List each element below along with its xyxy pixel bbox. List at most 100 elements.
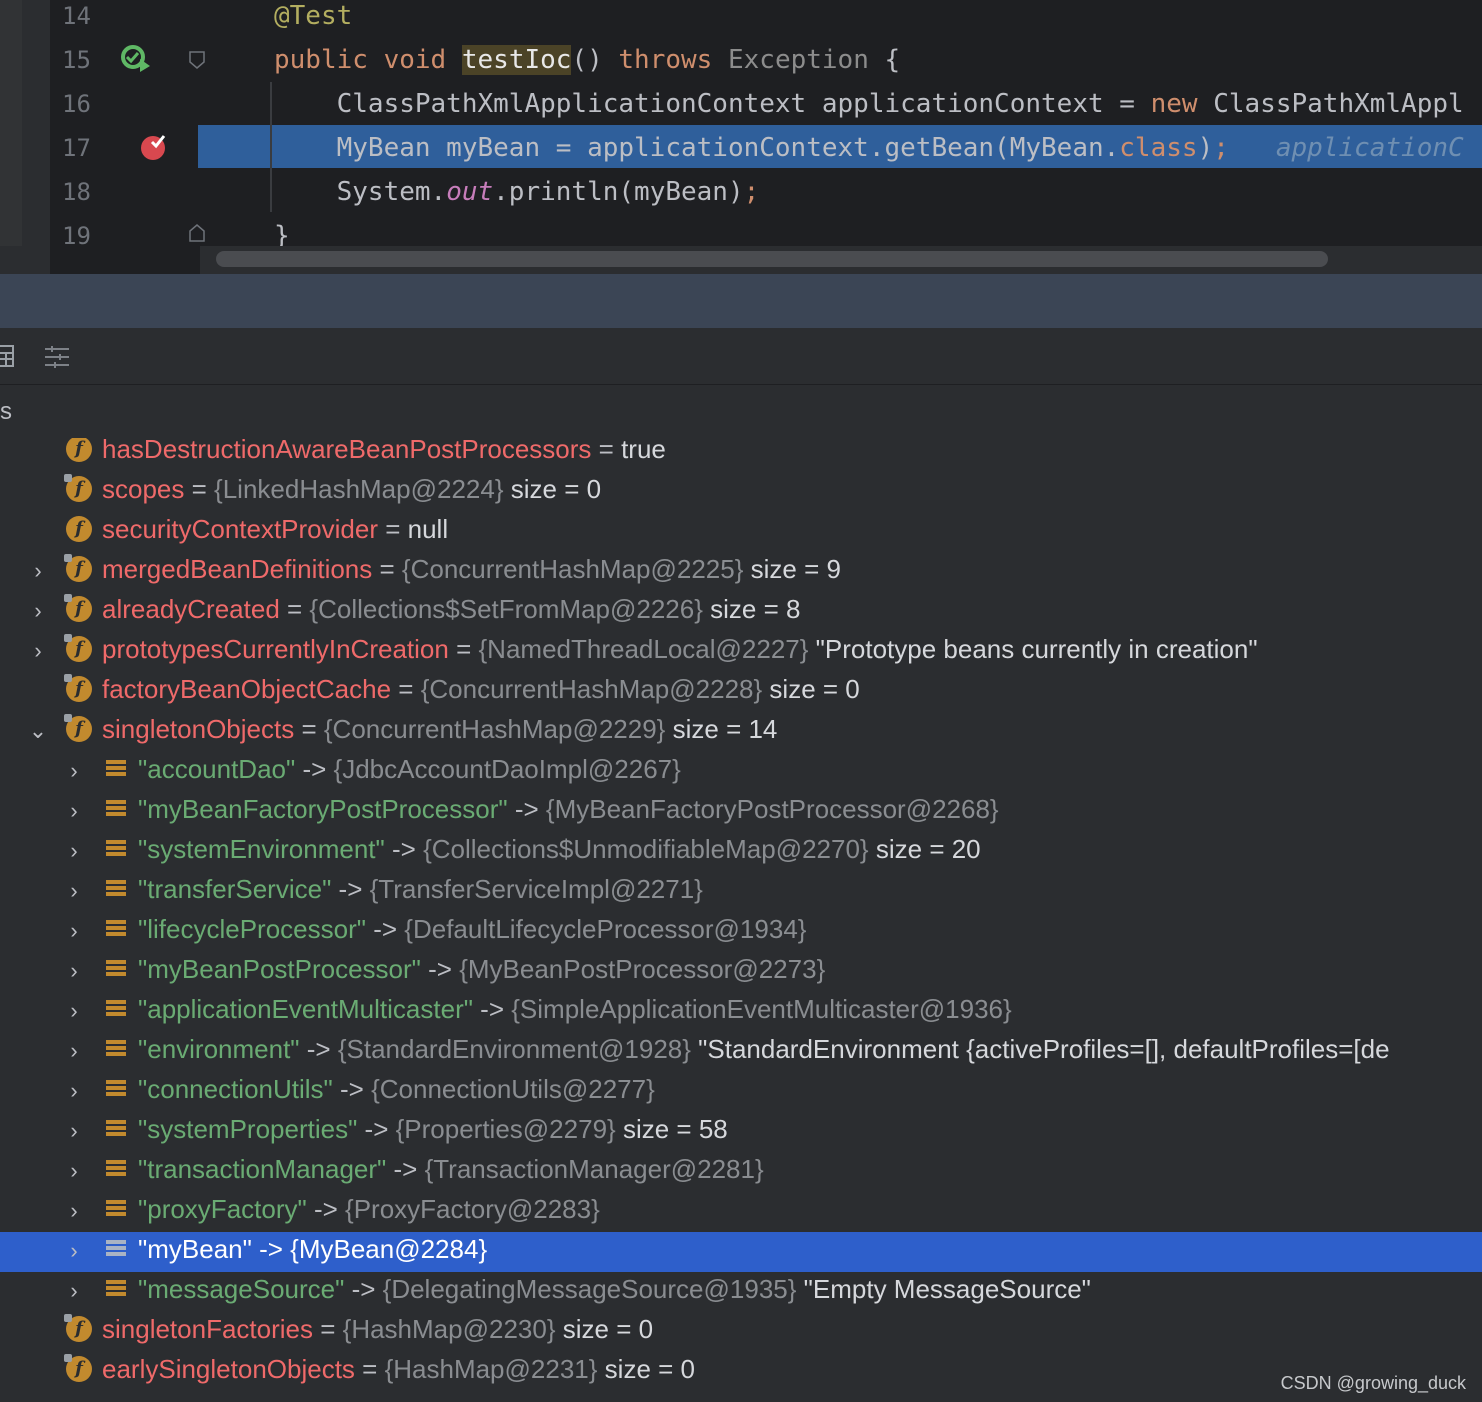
map-entry-row[interactable]: › "connectionUtils" -> {ConnectionUtils@2…: [0, 1072, 1482, 1112]
equals-sign: =: [372, 554, 402, 584]
variable-row[interactable]: f hasDestructionAwareBeanPostProcessors =…: [0, 438, 1482, 472]
code-token: throws: [618, 45, 728, 75]
variables-label: s: [0, 398, 12, 425]
object-reference: {LinkedHashMap@2224}: [214, 474, 504, 504]
expand-chevron-icon[interactable]: ›: [64, 918, 84, 944]
expand-chevron-icon[interactable]: ›: [28, 598, 48, 624]
code-line[interactable]: 18 System.out.println(myBean);: [0, 170, 1482, 214]
map-entry-row[interactable]: › "myBeanFactoryPostProcessor" -> {MyBean…: [0, 792, 1482, 832]
variable-text: securityContextProvider = null: [102, 512, 448, 546]
code-token: MyBean myBean = applicationContext.getBe…: [274, 133, 1120, 163]
map-entry-icon: [106, 960, 126, 980]
code-text: System.out.println(myBean);: [274, 170, 760, 214]
variable-row[interactable]: › f prototypesCurrentlyInCreation = {Named…: [0, 632, 1482, 672]
expand-chevron-icon[interactable]: ›: [28, 558, 48, 584]
code-token: @Test: [274, 1, 353, 31]
field-icon: f: [64, 1354, 92, 1382]
expand-chevron-icon[interactable]: ›: [64, 1198, 84, 1224]
variables-header: s: [0, 386, 1482, 439]
variable-row[interactable]: f earlySingletonObjects = {HashMap@2231} …: [0, 1352, 1482, 1392]
map-entry-row[interactable]: › "myBean" -> {MyBean@2284}: [0, 1232, 1482, 1272]
code-line[interactable]: 15 public void testIoc() throws Exception…: [0, 38, 1482, 82]
expand-chevron-icon[interactable]: ›: [64, 1118, 84, 1144]
code-line[interactable]: 14 @Test: [0, 0, 1482, 38]
code-token: testIoc: [461, 45, 572, 75]
arrow: ->: [299, 1034, 338, 1064]
code-token: (): [571, 45, 619, 75]
variable-text: "environment" -> {StandardEnvironment@19…: [138, 1032, 1390, 1066]
expand-chevron-icon[interactable]: ›: [64, 998, 84, 1024]
code-line[interactable]: 16 ClassPathXmlApplicationContext applic…: [0, 82, 1482, 126]
expand-chevron-icon[interactable]: ›: [64, 1078, 84, 1104]
object-reference: {ConcurrentHashMap@2229}: [323, 714, 666, 744]
arrow: ->: [344, 1274, 383, 1304]
code-token: void: [383, 45, 462, 75]
object-reference: {SimpleApplicationEventMulticaster@1936}: [511, 994, 1012, 1024]
variable-text: hasDestructionAwareBeanPostProcessors = …: [102, 438, 666, 466]
code-token: ClassPathXmlApplicationContext applicati…: [274, 89, 1151, 119]
table-view-icon[interactable]: [0, 345, 16, 367]
map-key: "transferService": [138, 874, 332, 904]
map-entry-row[interactable]: › "myBeanPostProcessor" -> {MyBeanPostPro…: [0, 952, 1482, 992]
expand-chevron-icon[interactable]: ›: [64, 958, 84, 984]
variables-tree[interactable]: f hasDestructionAwareBeanPostProcessors =…: [0, 438, 1482, 1402]
collapse-chevron-icon[interactable]: ⌄: [28, 718, 48, 744]
variable-value: true: [621, 438, 666, 464]
variable-row[interactable]: f singletonFactories = {HashMap@2230} siz…: [0, 1312, 1482, 1352]
expand-chevron-icon[interactable]: ›: [64, 1038, 84, 1064]
variable-text: alreadyCreated = {Collections$SetFromMap…: [102, 592, 800, 626]
code-token: {: [868, 45, 901, 75]
variable-name: scopes: [102, 474, 185, 504]
variable-row[interactable]: f scopes = {LinkedHashMap@2224} size = 0: [0, 472, 1482, 512]
expand-chevron-icon[interactable]: ›: [64, 1278, 84, 1304]
equals-sign: =: [448, 634, 479, 664]
expand-chevron-icon[interactable]: ›: [28, 638, 48, 664]
map-entry-row[interactable]: › "systemProperties" -> {Properties@2279}…: [0, 1112, 1482, 1152]
variable-row[interactable]: › f mergedBeanDefinitions = {ConcurrentHas…: [0, 552, 1482, 592]
variable-row[interactable]: › f alreadyCreated = {Collections$SetFromM…: [0, 592, 1482, 632]
map-key: "messageSource": [138, 1274, 345, 1304]
variable-row[interactable]: ⌄ f singletonObjects = {ConcurrentHashMap@…: [0, 712, 1482, 752]
arrow: ->: [472, 994, 512, 1024]
map-key: "lifecycleProcessor": [138, 914, 366, 944]
map-entry-row[interactable]: › "messageSource" -> {DelegatingMessageSo…: [0, 1272, 1482, 1312]
map-entry-icon: [106, 920, 126, 940]
map-entry-row[interactable]: › "applicationEventMulticaster" -> {Simpl…: [0, 992, 1482, 1032]
map-entry-row[interactable]: › "transactionManager" -> {TransactionMan…: [0, 1152, 1482, 1192]
expand-chevron-icon[interactable]: ›: [64, 1158, 84, 1184]
map-key: "myBean": [138, 1234, 252, 1264]
variable-text: factoryBeanObjectCache = {ConcurrentHash…: [102, 672, 860, 706]
expand-chevron-icon[interactable]: ›: [64, 1238, 84, 1264]
map-entry-row[interactable]: › "systemEnvironment" -> {Collections$Unm…: [0, 832, 1482, 872]
settings-list-icon[interactable]: [44, 345, 70, 369]
map-entry-row[interactable]: › "proxyFactory" -> {ProxyFactory@2283}: [0, 1192, 1482, 1232]
variable-value: "Empty MessageSource": [803, 1274, 1091, 1304]
object-reference: {ConcurrentHashMap@2228}: [420, 674, 763, 704]
code-editor[interactable]: 14 @Test 15 public void testIoc() throws Ex…: [0, 0, 1482, 274]
variable-value: size = 8: [710, 594, 801, 624]
expand-chevron-icon[interactable]: ›: [64, 838, 84, 864]
variable-text: earlySingletonObjects = {HashMap@2231} s…: [102, 1352, 695, 1386]
variable-name: hasDestructionAwareBeanPostProcessors: [102, 438, 592, 464]
variable-row[interactable]: f securityContextProvider = null: [0, 512, 1482, 552]
expand-chevron-icon[interactable]: ›: [64, 758, 84, 784]
arrow: ->: [365, 914, 405, 944]
map-entry-row[interactable]: › "environment" -> {StandardEnvironment@1…: [0, 1032, 1482, 1072]
equals-sign: =: [591, 438, 622, 464]
map-entry-row[interactable]: › "accountDao" -> {JdbcAccountDaoImpl@226…: [0, 752, 1482, 792]
variable-row[interactable]: f factoryBeanObjectCache = {ConcurrentHas…: [0, 672, 1482, 712]
map-entry-row[interactable]: › "transferService" -> {TransferServiceIm…: [0, 872, 1482, 912]
code-line[interactable]: 17 MyBean myBean = applicationContext.ge…: [0, 126, 1482, 170]
expand-chevron-icon[interactable]: ›: [64, 878, 84, 904]
variable-text: "messageSource" -> {DelegatingMessageSou…: [138, 1272, 1091, 1306]
field-icon: f: [64, 474, 92, 502]
horizontal-scrollbar-thumb[interactable]: [216, 251, 1328, 267]
code-token: out: [446, 177, 494, 207]
arrow: ->: [357, 1114, 396, 1144]
expand-chevron-icon[interactable]: ›: [64, 798, 84, 824]
map-entry-row[interactable]: › "lifecycleProcessor" -> {DefaultLifecyc…: [0, 912, 1482, 952]
